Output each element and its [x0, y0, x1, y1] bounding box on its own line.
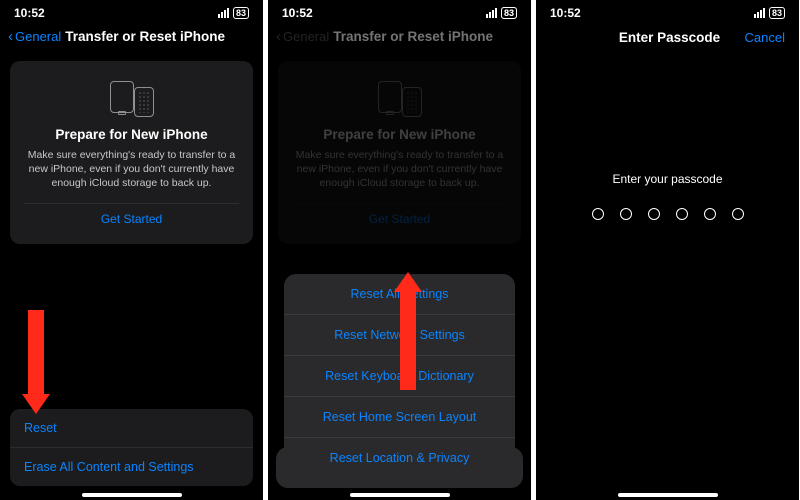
reset-network-settings-button[interactable]: Reset Network Settings [284, 315, 515, 356]
passcode-area: Enter your passcode [536, 172, 799, 220]
action-sheet: Reset All Settings Reset Network Setting… [276, 439, 523, 488]
get-started-button[interactable]: Get Started [24, 203, 239, 234]
devices-icon [110, 79, 154, 117]
status-time: 10:52 [14, 6, 45, 20]
home-indicator[interactable] [82, 493, 182, 497]
nav-bar: ‹ General Transfer or Reset iPhone [0, 22, 263, 51]
card-heading: Prepare for New iPhone [24, 127, 239, 142]
reset-home-screen-layout-button[interactable]: Reset Home Screen Layout [284, 397, 515, 438]
page-title: Transfer or Reset iPhone [65, 29, 225, 44]
passcode-dot [704, 208, 716, 220]
passcode-dot [732, 208, 744, 220]
back-button[interactable]: ‹ General [8, 28, 61, 45]
reset-location-privacy-button[interactable]: Reset Location & Privacy [284, 438, 515, 478]
home-indicator[interactable] [618, 493, 718, 497]
home-indicator[interactable] [350, 493, 450, 497]
status-time: 10:52 [282, 6, 313, 20]
status-time: 10:52 [550, 6, 581, 20]
battery-icon: 83 [769, 7, 785, 19]
passcode-prompt: Enter your passcode [536, 172, 799, 186]
passcode-dot [676, 208, 688, 220]
page-title: Enter Passcode [540, 30, 799, 45]
erase-row[interactable]: Erase All Content and Settings [10, 448, 253, 486]
chevron-left-icon: ‹ [8, 28, 13, 45]
status-bar: 10:52 83 [536, 0, 799, 22]
battery-icon: 83 [233, 7, 249, 19]
nav-bar: Enter Passcode Cancel [536, 22, 799, 52]
passcode-dot [592, 208, 604, 220]
screenshot-3: 10:52 83 Enter Passcode Cancel Enter you… [536, 0, 799, 500]
screenshot-2: 10:52 83 ‹ General Transfer or Reset iPh… [268, 0, 531, 500]
signal-icon [754, 8, 765, 18]
screenshot-1: 10:52 83 ‹ General Transfer or Reset iPh… [0, 0, 263, 500]
passcode-dot [648, 208, 660, 220]
signal-icon [218, 8, 229, 18]
status-bar: 10:52 83 [0, 0, 263, 22]
status-bar: 10:52 83 [268, 0, 531, 22]
reset-keyboard-dictionary-button[interactable]: Reset Keyboard Dictionary [284, 356, 515, 397]
signal-icon [486, 8, 497, 18]
card-body: Make sure everything's ready to transfer… [24, 148, 239, 191]
back-label: General [15, 29, 61, 44]
passcode-dots [536, 208, 799, 220]
reset-row[interactable]: Reset [10, 409, 253, 448]
bottom-actions: Reset Erase All Content and Settings [10, 409, 253, 486]
prepare-card: Prepare for New iPhone Make sure everyth… [10, 61, 253, 244]
battery-icon: 83 [501, 7, 517, 19]
reset-all-settings-button[interactable]: Reset All Settings [284, 274, 515, 315]
passcode-dot [620, 208, 632, 220]
